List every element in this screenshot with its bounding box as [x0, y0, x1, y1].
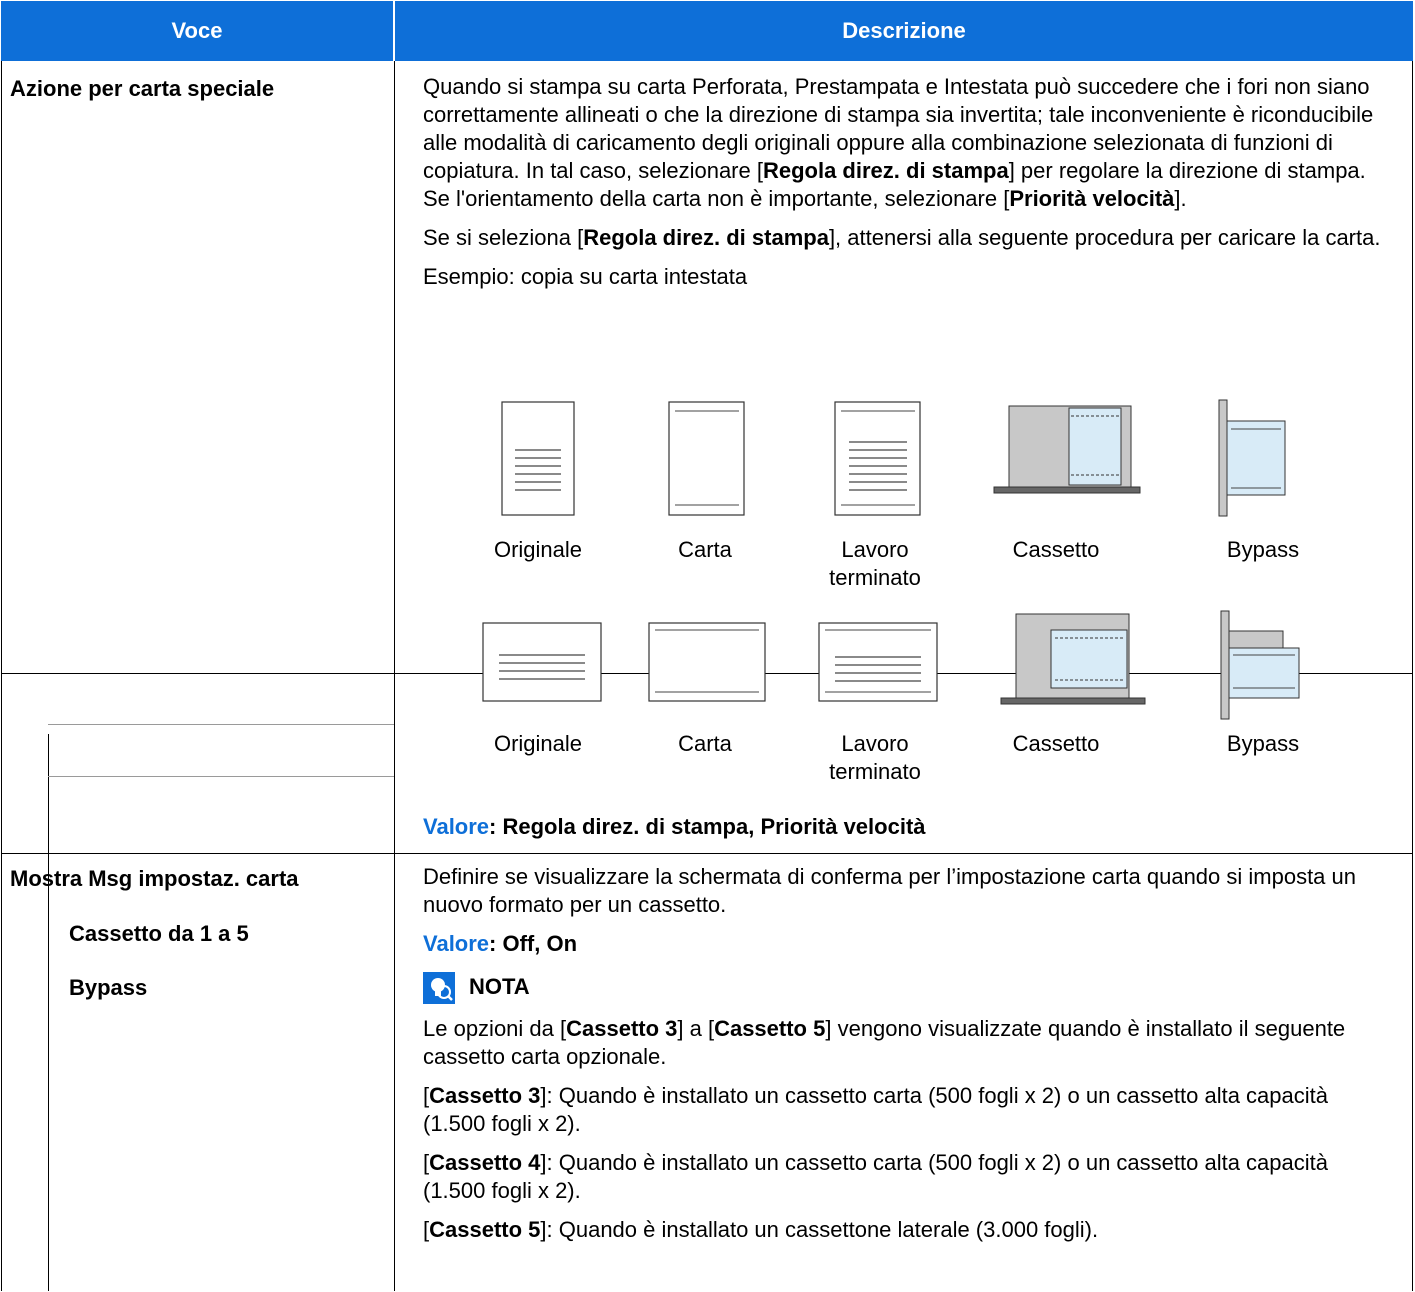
- header-descrizione: Descrizione: [395, 1, 1413, 61]
- caption-bypass: Bypass: [1226, 537, 1300, 562]
- caption-lavoro-terminato-2: Lavoro terminato: [829, 731, 921, 784]
- row1-paragraph-1: Quando si stampa su carta Perforata, Pre…: [423, 74, 1374, 211]
- caption-originale-2: Originale: [493, 731, 583, 756]
- finished-job-landscape-icon: [818, 622, 938, 702]
- original-landscape-icon: [482, 622, 602, 702]
- settings-table: Voce Descrizione Azione per carta specia…: [1, 1, 1413, 1291]
- row1-valore: Valore: Regola direz. di stampa, Priorit…: [423, 814, 926, 839]
- table-border-left: [1, 61, 2, 1291]
- row1-description: Quando si stampa su carta Perforata, Pre…: [423, 73, 1388, 302]
- sub-indent-line: [48, 734, 49, 1291]
- caption-cassetto-2: Cassetto: [1012, 731, 1100, 756]
- caption-lavoro-terminato: Lavoro terminato: [829, 537, 921, 590]
- nota-paragraph-3: [Cassetto 4]: Quando è installato un cas…: [423, 1150, 1328, 1203]
- bypass-icon: [1218, 399, 1286, 517]
- column-divider: [394, 61, 395, 1291]
- figure-landscape-row: [482, 610, 1300, 720]
- row-divider-2: [1, 853, 1413, 854]
- row2-description: Definire se visualizzare la schermata di…: [423, 863, 1388, 1255]
- row1-paragraph-3: Esempio: copia su carta intestata: [423, 264, 748, 289]
- paper-landscape-icon: [648, 622, 766, 702]
- sub-label-bypass: Bypass: [69, 975, 148, 1000]
- tray-icon: [993, 405, 1141, 494]
- paper-letterhead-icon: [668, 401, 745, 516]
- header-voce: Voce: [1, 1, 393, 61]
- row2-valore: Valore: Off, On: [423, 931, 578, 956]
- nota-paragraph-4: [Cassetto 5]: Quando è installato un cas…: [423, 1217, 1099, 1242]
- row2-paragraph-1: Definire se visualizzare la schermata di…: [423, 864, 1357, 917]
- caption-bypass-2: Bypass: [1226, 731, 1300, 756]
- caption-carta: Carta: [678, 537, 732, 562]
- nota-paragraph-2: [Cassetto 3]: Quando è installato un cas…: [423, 1083, 1328, 1136]
- tray-landscape-icon: [1000, 613, 1146, 705]
- row1-paragraph-2: Se si seleziona [Regola direz. di stampa…: [423, 225, 1381, 250]
- sub-divider-2: [48, 776, 394, 777]
- nota-heading: NOTA: [423, 972, 1388, 1004]
- figure-portrait-row: [501, 399, 1286, 517]
- table-border-right: [1412, 61, 1413, 1291]
- original-page-icon: [501, 401, 575, 516]
- caption-cassetto: Cassetto: [1012, 537, 1100, 562]
- row-label-mostra-msg: Mostra Msg impostaz. carta: [10, 866, 299, 891]
- caption-originale: Originale: [493, 537, 583, 562]
- row-label-azione: Azione per carta speciale: [10, 76, 275, 101]
- caption-carta-2: Carta: [678, 731, 732, 756]
- nota-paragraph-1: Le opzioni da [Cassetto 3] a [Cassetto 5…: [423, 1016, 1346, 1069]
- bypass-landscape-icon: [1220, 610, 1300, 720]
- sub-label-cassetto: Cassetto da 1 a 5: [69, 921, 249, 946]
- finished-job-icon: [834, 401, 921, 516]
- lightbulb-icon: [423, 972, 455, 1004]
- sub-divider-1: [48, 724, 394, 725]
